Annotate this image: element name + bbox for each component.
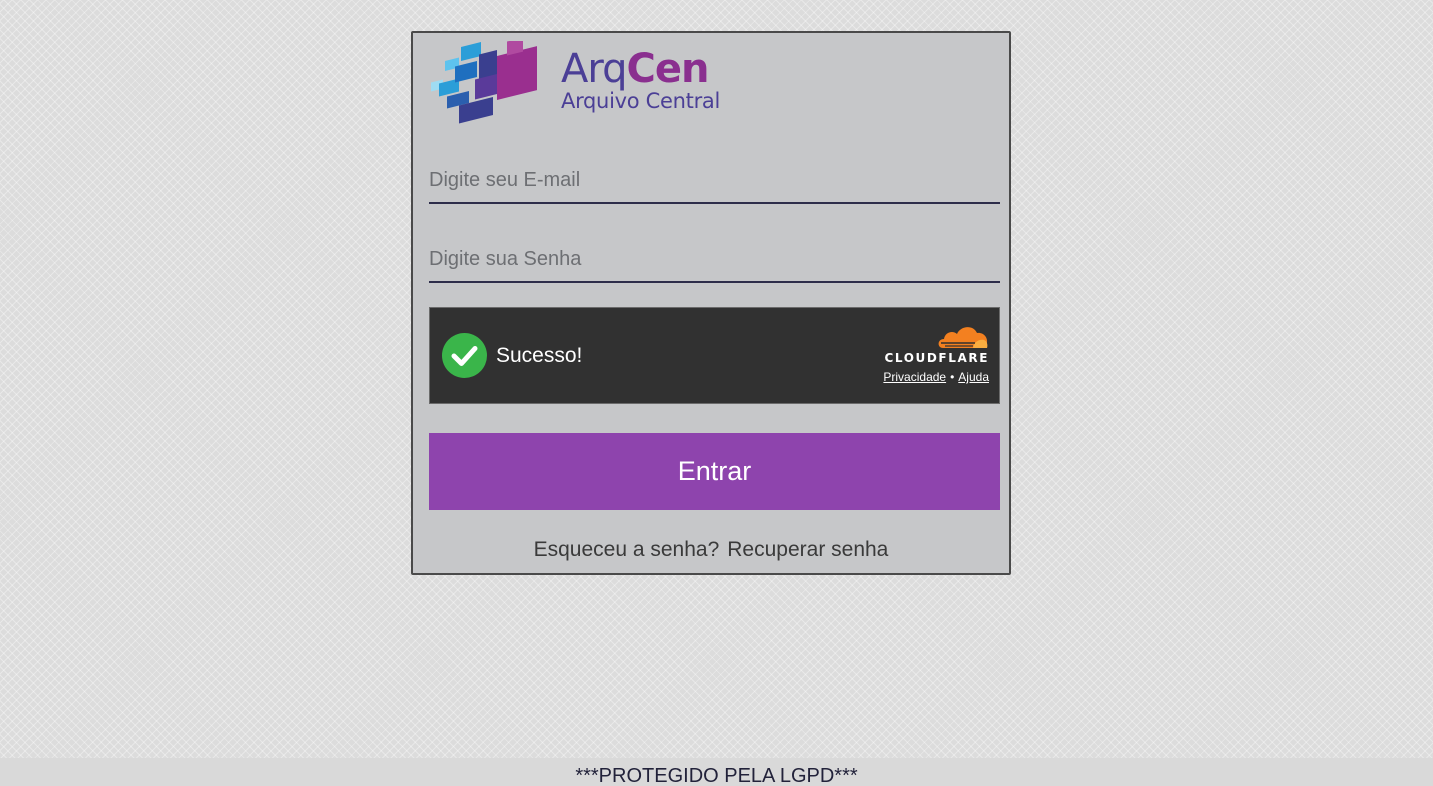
privacy-link[interactable]: Privacidade <box>883 370 946 384</box>
logo-title-arq: Arq <box>561 46 627 92</box>
logo-title: ArqCen <box>561 47 720 91</box>
logo-subtitle: Arquivo Central <box>561 89 721 113</box>
password-recovery: Esqueceu a senha? Recuperar senha <box>413 538 1009 562</box>
cloudflare-turnstile-widget[interactable]: Sucesso! CLOUDFLARE Privacidade • Ajuda <box>429 307 1000 404</box>
login-card: ArqCen Arquivo Central Sucesso! CLOUDFLA… <box>411 31 1011 575</box>
help-link[interactable]: Ajuda <box>958 370 989 384</box>
logo-mark-icon <box>431 41 537 124</box>
links-separator: • <box>950 370 955 384</box>
arqcen-logo: ArqCen Arquivo Central <box>429 41 739 131</box>
lgpd-footer: ***PROTEGIDO PELA LGPD*** <box>0 758 1433 786</box>
cloudflare-wordmark: CLOUDFLARE <box>884 351 989 365</box>
logo-title-cen: Cen <box>626 46 710 92</box>
login-button[interactable]: Entrar <box>429 433 1000 510</box>
forgot-password-text: Esqueceu a senha? <box>533 538 720 561</box>
cloudflare-links: Privacidade • Ajuda <box>883 370 989 384</box>
captcha-status-text: Sucesso! <box>496 344 583 367</box>
password-field[interactable] <box>429 237 1000 283</box>
email-field[interactable] <box>429 158 1000 204</box>
cloudflare-cloud-icon <box>938 327 988 348</box>
success-check-icon <box>442 333 487 378</box>
lgpd-notice: ***PROTEGIDO PELA LGPD*** <box>575 765 858 786</box>
recover-password-link[interactable]: Recuperar senha <box>727 538 888 561</box>
logo-text: ArqCen Arquivo Central <box>561 47 720 113</box>
